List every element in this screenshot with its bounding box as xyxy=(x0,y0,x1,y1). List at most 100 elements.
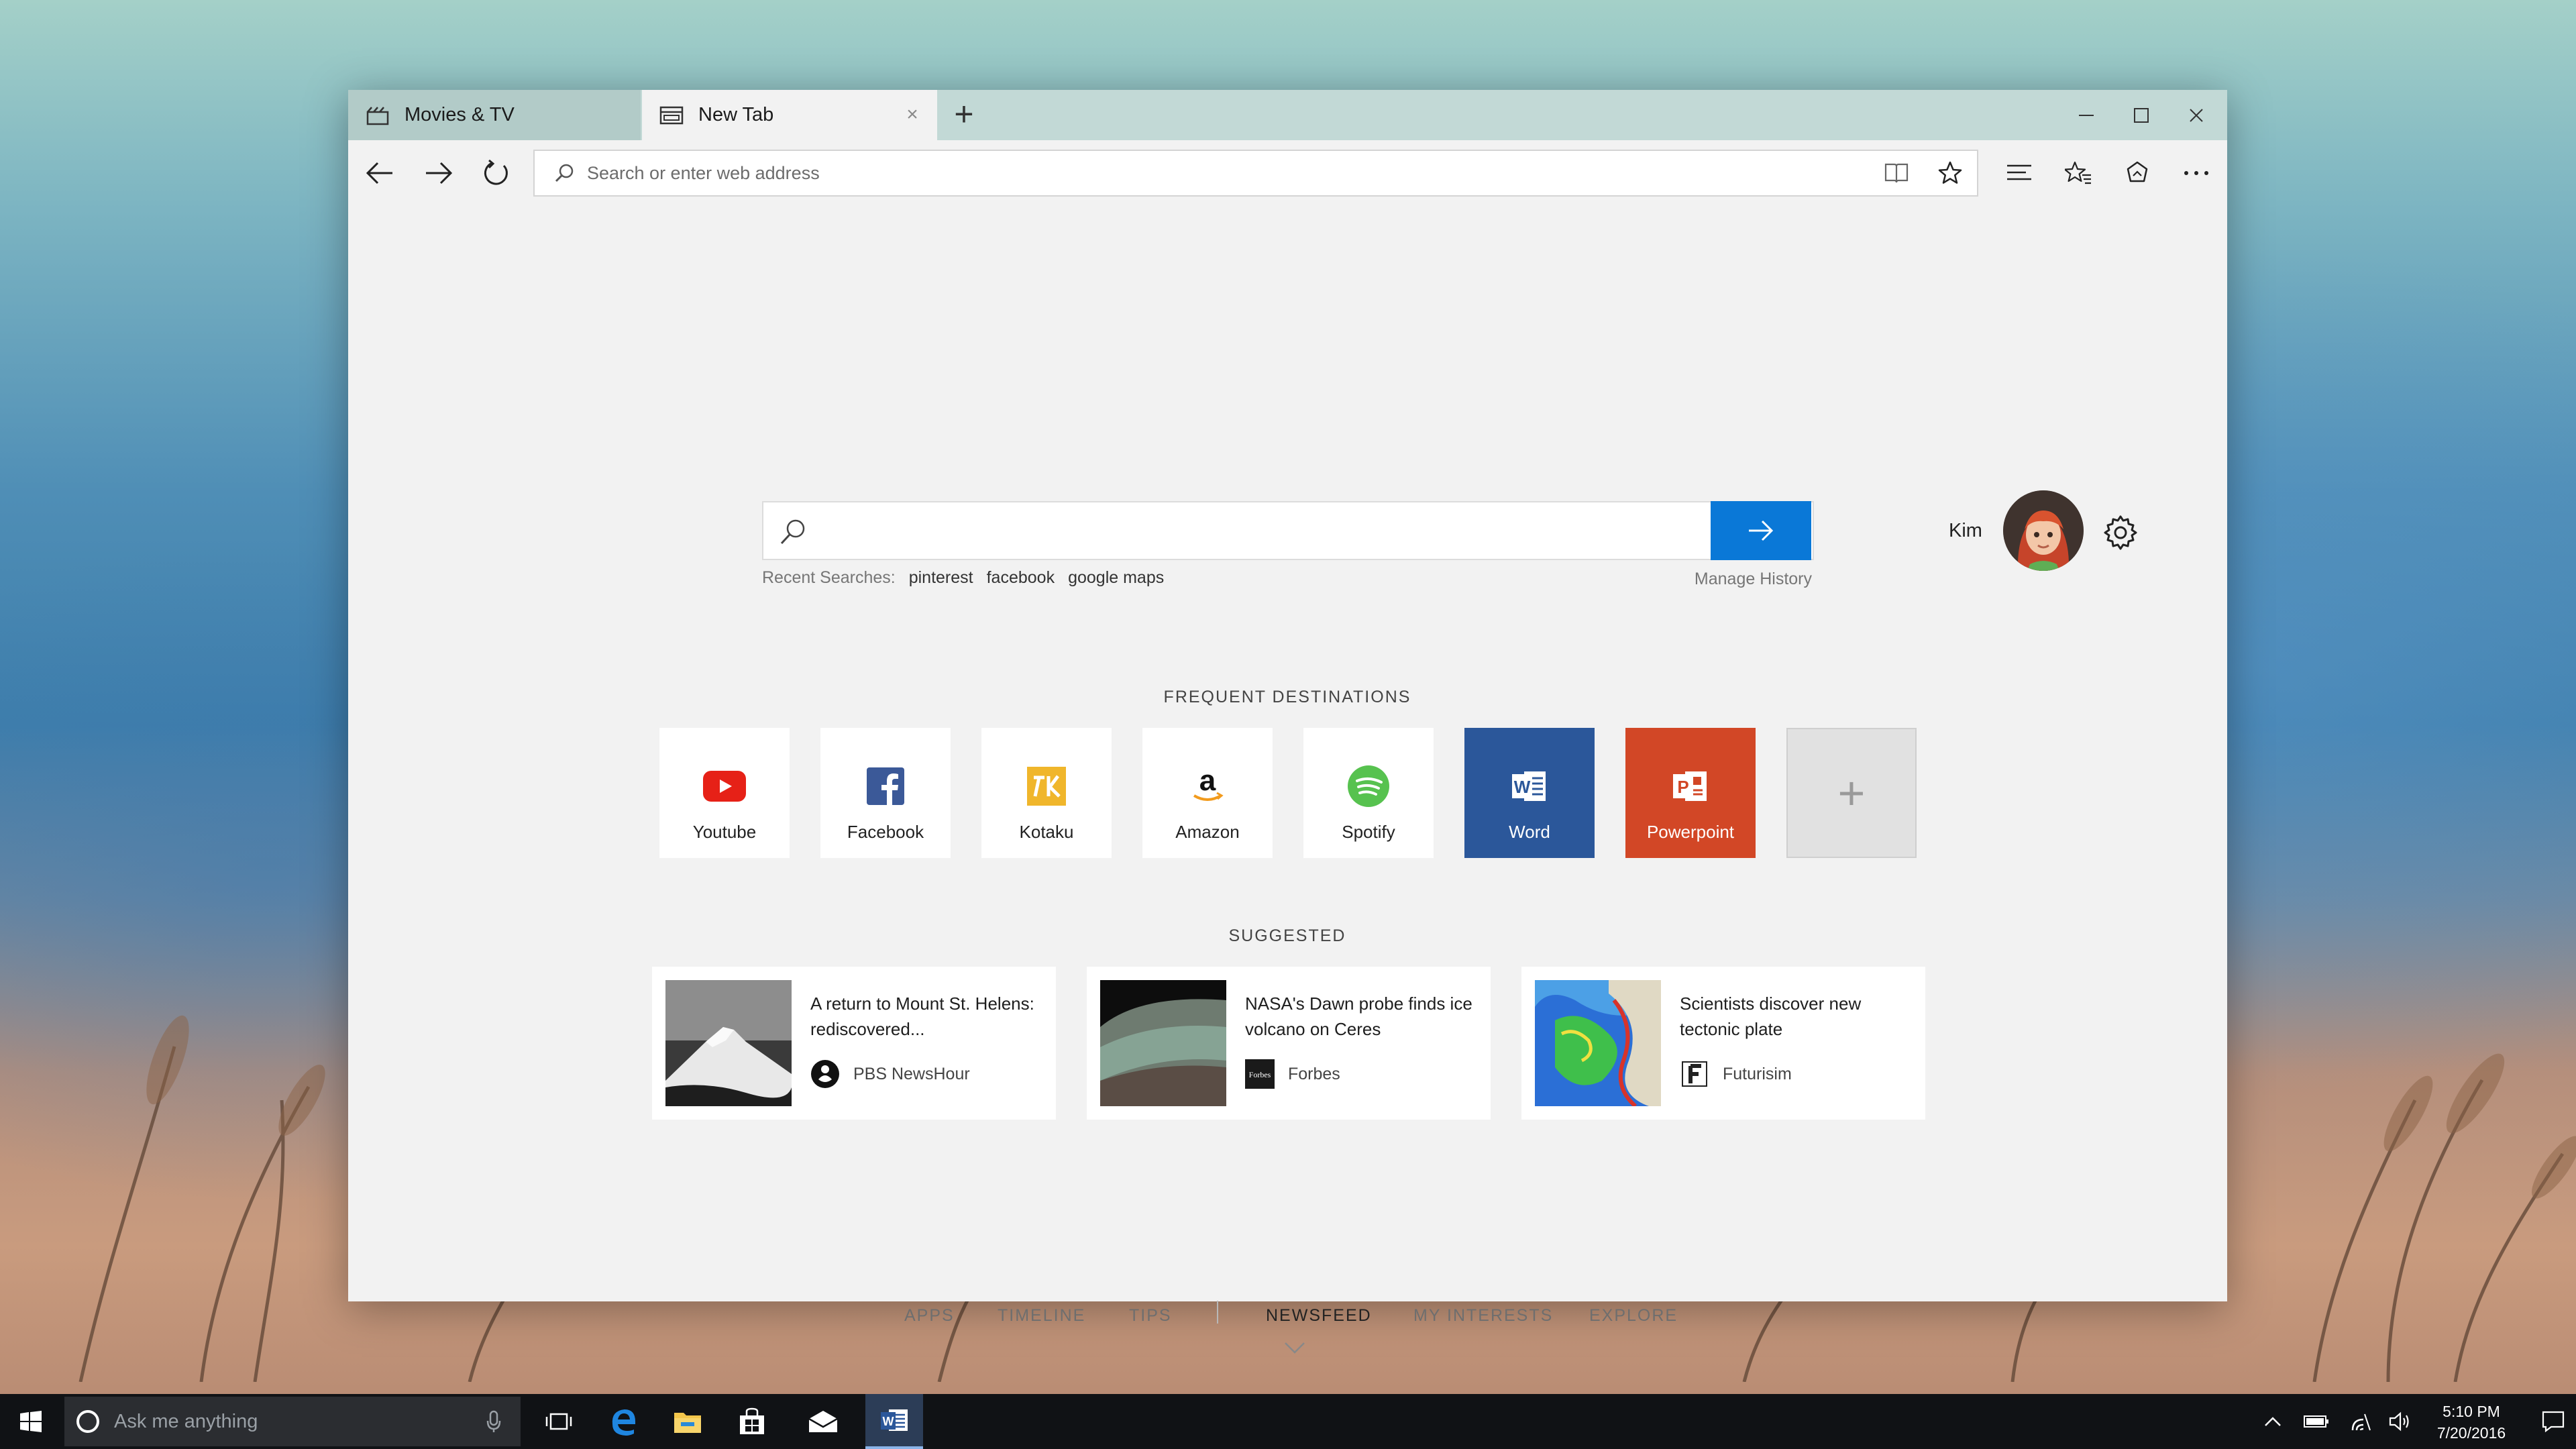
notes-icon[interactable] xyxy=(2056,151,2100,195)
spotify-icon xyxy=(1345,763,1392,810)
star-icon[interactable] xyxy=(1923,151,1977,195)
book-icon[interactable] xyxy=(1870,151,1923,195)
recent-search-item[interactable]: facebook xyxy=(987,568,1055,588)
search-go-button[interactable] xyxy=(1711,501,1811,560)
address-input[interactable] xyxy=(587,153,1870,193)
destination-powerpoint[interactable]: P Powerpoint xyxy=(1625,728,1756,858)
nav-apps[interactable]: APPS xyxy=(904,1306,955,1326)
destination-facebook[interactable]: Facebook xyxy=(820,728,951,858)
cortana-icon xyxy=(76,1410,99,1433)
web-search-input[interactable] xyxy=(824,508,1696,555)
destination-label: Powerpoint xyxy=(1646,822,1735,842)
navigation-toolbar xyxy=(348,140,2227,206)
store-icon[interactable] xyxy=(723,1394,781,1449)
card-headline: NASA's Dawn probe finds ice volcano on C… xyxy=(1245,994,1472,1039)
browser-window: Movies & TV New Tab × + Search or enter … xyxy=(348,90,2227,1354)
destination-label: Spotify xyxy=(1342,822,1395,842)
hub-icon[interactable] xyxy=(1997,151,2041,195)
settings-gear-icon[interactable] xyxy=(2099,511,2142,554)
clock[interactable]: 5:10 PM 7/20/2016 xyxy=(2412,1401,2530,1444)
tab-label: Movies & TV xyxy=(405,104,515,125)
chevron-up-icon[interactable] xyxy=(2254,1394,2292,1449)
facebook-icon xyxy=(862,763,909,810)
task-view-icon[interactable] xyxy=(530,1394,588,1449)
mountain-photo xyxy=(665,980,792,1106)
destination-kotaku[interactable]: Kotaku xyxy=(981,728,1112,858)
suggested-title: SUGGESTED xyxy=(1228,926,1346,945)
new-tab-page: Recent Searches: pinterest facebook goog… xyxy=(348,206,2227,1354)
nav-tips[interactable]: TIPS xyxy=(1129,1306,1172,1326)
minimize-icon[interactable] xyxy=(2059,90,2114,140)
web-search-box[interactable] xyxy=(762,501,1814,560)
new-tab-button[interactable]: + xyxy=(947,97,981,133)
youtube-icon xyxy=(701,763,748,810)
tab-movies-tv[interactable]: Movies & TV xyxy=(348,90,641,140)
recent-search-item[interactable]: google maps xyxy=(1068,568,1164,588)
word-icon[interactable]: W xyxy=(865,1394,923,1449)
frequent-destinations-title: FREQUENT DESTINATIONS xyxy=(1163,688,1411,706)
kotaku-icon xyxy=(1023,763,1070,810)
refresh-icon[interactable] xyxy=(474,151,519,195)
destination-label: Kotaku xyxy=(1019,822,1074,842)
tab-new-tab[interactable]: New Tab × xyxy=(642,90,937,140)
svg-text:W: W xyxy=(1514,777,1531,797)
futurism-icon xyxy=(1680,1059,1709,1089)
close-icon[interactable] xyxy=(2169,90,2224,140)
nav-timeline[interactable]: TIMELINE xyxy=(998,1306,1085,1326)
forward-arrow-icon[interactable] xyxy=(417,151,461,195)
cortana-search-box[interactable]: Ask me anything xyxy=(64,1397,521,1446)
address-bar[interactable] xyxy=(533,150,1978,197)
close-tab-icon[interactable]: × xyxy=(901,103,924,126)
destination-youtube[interactable]: Youtube xyxy=(659,728,790,858)
nav-newsfeed[interactable]: NEWSFEED xyxy=(1266,1306,1372,1326)
destination-word[interactable]: W Word xyxy=(1464,728,1595,858)
chevron-down-icon[interactable] xyxy=(1283,1340,1306,1356)
source-name: Forbes xyxy=(1288,1064,1340,1083)
back-arrow-icon[interactable] xyxy=(358,151,402,195)
add-destination-button[interactable]: + xyxy=(1786,728,1917,858)
maximize-icon[interactable] xyxy=(2114,90,2169,140)
tab-bar: Movies & TV New Tab × + xyxy=(348,90,2227,140)
avatar[interactable] xyxy=(2003,490,2084,571)
windows-start-icon[interactable] xyxy=(0,1394,62,1449)
arrow-right-icon xyxy=(1749,520,1774,541)
mail-icon[interactable] xyxy=(794,1394,852,1449)
nav-my-interests[interactable]: MY INTERESTS xyxy=(1413,1306,1553,1326)
card-source: Forbes Forbes xyxy=(1245,1059,1340,1089)
destination-spotify[interactable]: Spotify xyxy=(1303,728,1434,858)
destination-label: Facebook xyxy=(847,822,924,842)
clock-date: 7/20/2016 xyxy=(2436,1424,2506,1442)
recent-searches-label: Recent Searches: xyxy=(762,568,896,587)
microphone-icon[interactable] xyxy=(480,1408,507,1435)
profile-name[interactable]: Kim xyxy=(1949,520,1982,542)
battery-icon[interactable] xyxy=(2294,1394,2339,1449)
edge-icon[interactable] xyxy=(594,1394,652,1449)
destination-label: Word xyxy=(1509,822,1550,842)
notification-icon[interactable] xyxy=(2530,1394,2576,1449)
cortana-placeholder: Ask me anything xyxy=(114,1410,258,1432)
destination-amazon[interactable]: a Amazon xyxy=(1142,728,1273,858)
suggested-card[interactable]: Scientists discover new tectonic plate F… xyxy=(1521,967,1925,1120)
destination-label: Amazon xyxy=(1175,822,1240,842)
clapperboard-icon xyxy=(363,101,392,130)
suggested-card[interactable]: NASA's Dawn probe finds ice volcano on C… xyxy=(1087,967,1491,1120)
clock-time: 5:10 PM xyxy=(2443,1403,2500,1420)
more-icon[interactable] xyxy=(2174,151,2218,195)
recent-search-item[interactable]: pinterest xyxy=(909,568,973,588)
source-name: Futurisim xyxy=(1723,1064,1792,1083)
powerpoint-icon: P xyxy=(1667,763,1714,810)
search-icon xyxy=(551,160,578,186)
card-source: PBS NewsHour xyxy=(810,1059,970,1089)
nav-explore[interactable]: EXPLORE xyxy=(1589,1306,1678,1326)
destination-label: Youtube xyxy=(692,822,757,842)
suggested-card[interactable]: A return to Mount St. Helens: rediscover… xyxy=(652,967,1056,1120)
ceres-photo xyxy=(1100,980,1226,1106)
manage-history-link[interactable]: Manage History xyxy=(1691,570,1812,589)
wifi-icon[interactable] xyxy=(2339,1394,2381,1449)
plus-icon: + xyxy=(1837,767,1866,819)
file-explorer-icon[interactable] xyxy=(659,1394,716,1449)
source-name: PBS NewsHour xyxy=(853,1064,970,1083)
search-icon xyxy=(777,516,809,548)
share-icon[interactable] xyxy=(2115,151,2159,195)
taskbar: Ask me anything W 5:10 PM 7/20/2016 xyxy=(0,1394,2576,1449)
